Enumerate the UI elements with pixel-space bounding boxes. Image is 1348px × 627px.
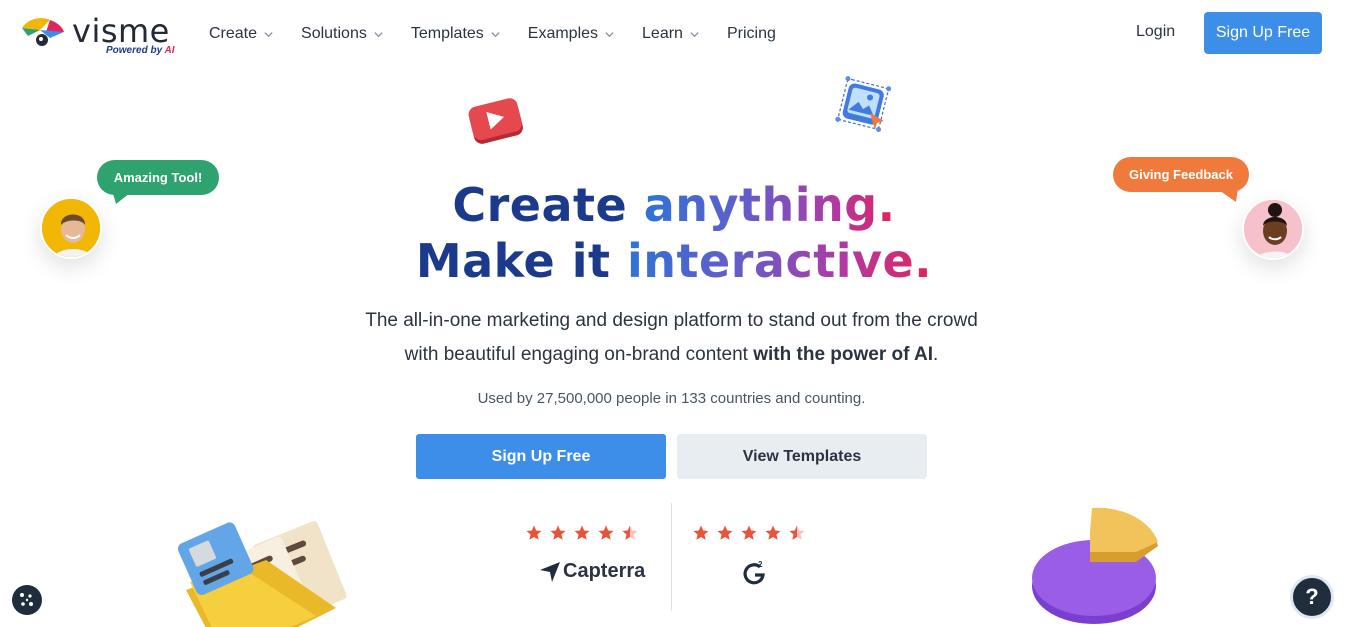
play-icon [468,98,523,144]
nav-item-templates[interactable]: Templates [411,23,501,45]
star-icon [717,525,733,540]
subtitle-period: . [933,344,939,365]
view-templates-button[interactable]: View Templates [677,434,927,479]
star-row [692,524,822,542]
hero-headline-line1: Create anything. [0,178,1348,232]
nav-item-create[interactable]: Create [209,23,274,45]
star-icon [526,525,542,540]
headline-create: Create [452,178,644,232]
signup-header-button[interactable]: Sign Up Free [1204,12,1322,54]
g2-rating [692,524,822,542]
logo-tag-prefix: Powered by [106,45,165,56]
nav-item-label: Learn [642,25,683,42]
star-icon [765,525,781,540]
visme-logo-icon [22,18,64,46]
g2-icon: 2 [743,560,765,585]
capterra-logo: Capterra [539,560,645,583]
chevron-down-icon [374,31,383,37]
star-icon [693,525,709,540]
chevron-down-icon [491,31,500,37]
svg-text:2: 2 [758,560,763,569]
login-link[interactable]: Login [1136,23,1175,41]
logo-tagline: Powered by AI [106,45,175,56]
nav-item-examples[interactable]: Examples [528,23,615,45]
hero-subtitle-line2: with beautiful engaging on-brand content… [0,344,1343,366]
subtitle-text: with beautiful engaging on-brand content [404,344,754,365]
headline-anything: anything. [643,178,896,232]
cookie-icon[interactable] [11,584,43,616]
capterra-wordmark: Capterra [563,560,646,582]
nav-item-learn[interactable]: Learn [642,23,700,45]
nav-item-pricing[interactable]: Pricing [727,23,776,45]
headline-interactive: interactive. [627,234,933,288]
pie-chart-icon [1032,507,1158,624]
logo-tag-ai: AI [164,45,175,56]
nav-item-label: Examples [527,25,599,42]
star-icon [574,525,590,540]
hero-headline-line2: Make it interactive. [0,234,1348,288]
star-row [525,524,655,542]
visme-logo[interactable]: visme Powered by AI [20,12,180,58]
subtitle-bold: with the power of AI [753,344,934,365]
help-button[interactable]: ? [1290,575,1334,619]
chevron-down-icon [264,31,273,37]
nav-item-solutions[interactable]: Solutions [301,23,384,45]
capterra-rating [525,524,655,542]
half-star-icon [622,525,638,540]
site-header: visme Powered by AI Create Solutions Tem… [0,0,1348,68]
star-icon [550,525,566,540]
ratings-divider [671,503,672,611]
image-icon [835,76,892,132]
chevron-down-icon [690,31,699,37]
main-nav: Create Solutions Templates Examples Lear… [209,23,803,45]
star-icon [598,525,614,540]
nav-item-label: Templates [410,25,484,42]
folder-icon [177,521,347,627]
signup-button[interactable]: Sign Up Free [416,434,666,479]
nav-item-label: Solutions [301,25,367,42]
usage-stat: Used by 27,500,000 people in 133 countri… [477,390,866,407]
star-icon [741,525,757,540]
half-star-icon [789,525,805,540]
hero-subtitle-line1: The all-in-one marketing and design plat… [365,310,978,331]
nav-item-label: Create [209,25,258,42]
headline-make-it: Make it [415,234,628,288]
capterra-arrow-icon [540,561,560,582]
chevron-down-icon [605,31,614,37]
nav-item-label: Pricing [726,25,776,42]
